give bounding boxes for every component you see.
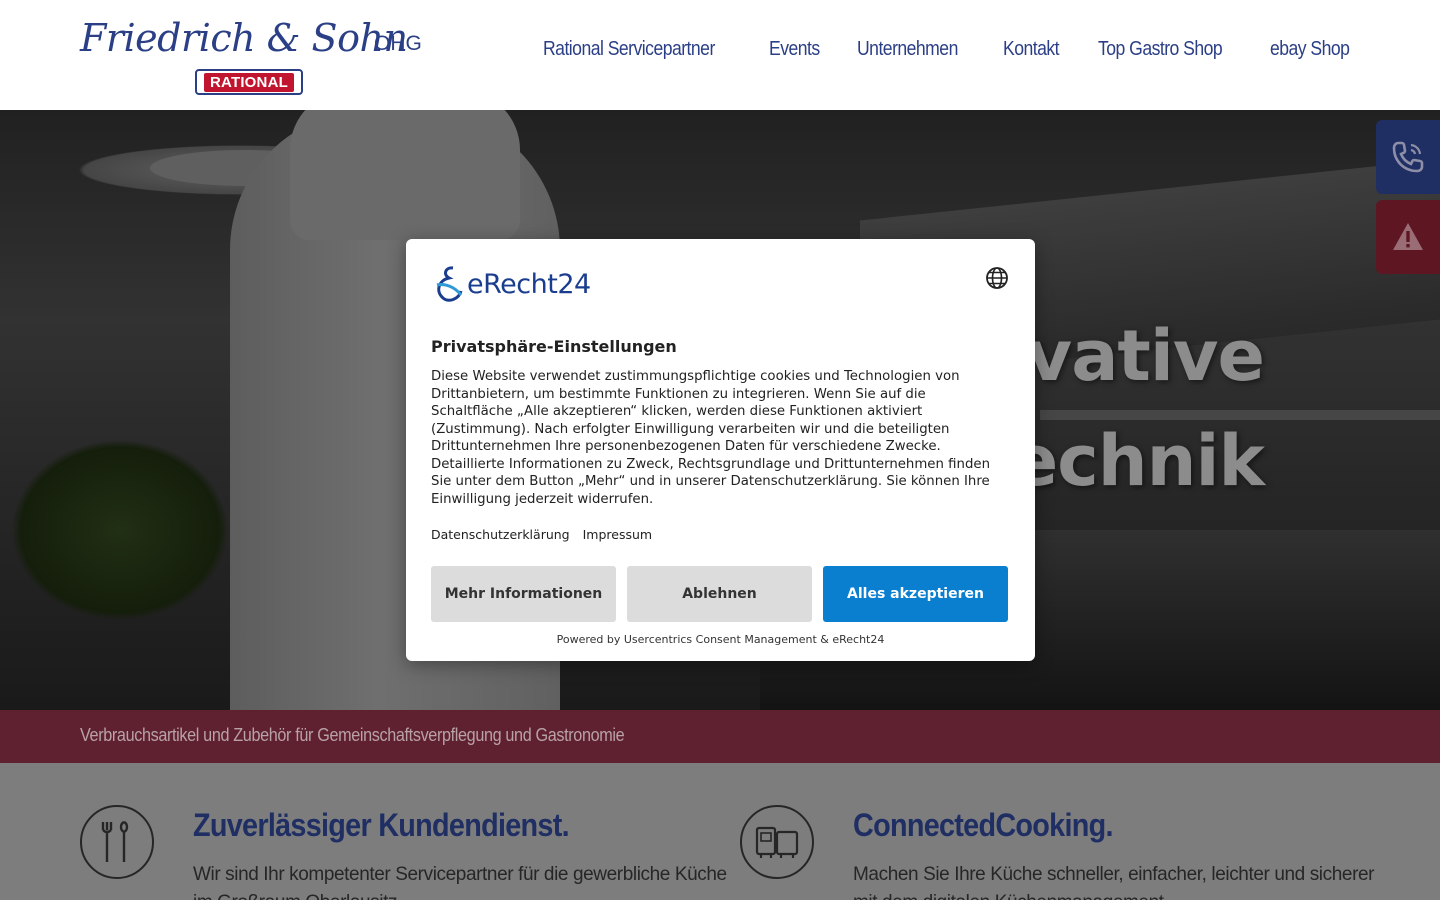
consent-links: Datenschutzerklärung Impressum	[431, 527, 652, 542]
consent-dialog: eRecht24 Privatsphäre-Einstellungen Dies…	[406, 239, 1035, 661]
imprint-link[interactable]: Impressum	[583, 527, 652, 542]
erecht24-logo: eRecht24	[431, 265, 591, 303]
consent-title: Privatsphäre-Einstellungen	[431, 337, 677, 356]
decline-button[interactable]: Ablehnen	[627, 566, 812, 622]
powered-by-text: Powered by Usercentrics Consent Manageme…	[556, 633, 885, 646]
consent-body: Diese Website verwendet zustimmungspflic…	[431, 369, 990, 507]
language-globe-icon[interactable]	[985, 266, 1009, 290]
privacy-policy-link[interactable]: Datenschutzerklärung	[431, 527, 570, 542]
erecht24-logo-text: eRecht24	[467, 268, 591, 300]
accept-all-button[interactable]: Alles akzeptieren	[823, 566, 1008, 622]
erecht24-logo-mark	[436, 266, 463, 302]
more-info-button[interactable]: Mehr Informationen	[431, 566, 616, 622]
